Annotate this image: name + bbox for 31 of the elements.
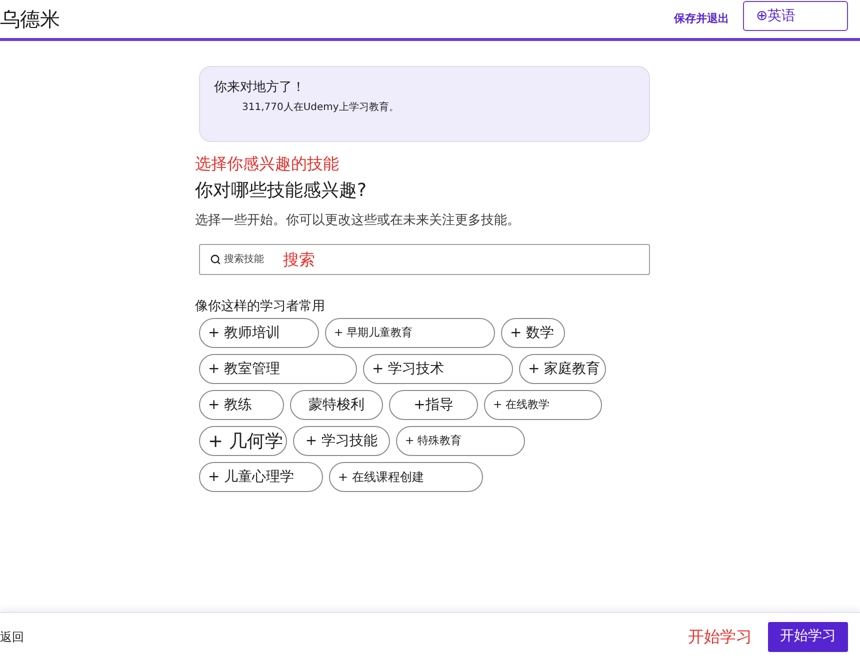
annotation-text: 开始学习: [688, 626, 752, 648]
skill-chip[interactable]: 蒙特梭利: [290, 390, 383, 420]
skill-chip[interactable]: + 特殊教育: [396, 426, 525, 456]
description: 选择一些开始。你可以更改这些或在未来关注更多技能。: [195, 214, 521, 227]
skill-chip[interactable]: + 早期儿童教育: [325, 318, 495, 348]
back-link[interactable]: 返回: [0, 628, 24, 646]
section-title: 像你这样的学习者常用: [195, 300, 326, 313]
skill-chip[interactable]: + 儿童心理学: [199, 462, 323, 492]
language-button[interactable]: ⊕英语: [743, 1, 848, 31]
search-field[interactable]: 搜索技能 搜索: [199, 244, 650, 275]
skill-chip[interactable]: + 几何学: [199, 426, 287, 456]
skill-chip[interactable]: + 数学: [501, 318, 565, 348]
logo[interactable]: 乌德米: [0, 9, 60, 29]
skill-chip[interactable]: + 教室管理: [199, 354, 357, 384]
start-learning-button[interactable]: 开始学习: [768, 622, 848, 652]
skill-chip[interactable]: + 学习技能: [293, 426, 390, 456]
banner-title: 你来对地方了！: [214, 81, 306, 94]
save-exit-link[interactable]: 保存并退出: [674, 10, 729, 28]
skill-chip[interactable]: + 学习技术: [363, 354, 513, 384]
skill-chip[interactable]: + 家庭教育: [519, 354, 606, 384]
skill-chip[interactable]: +指导: [389, 390, 478, 420]
skill-chip[interactable]: + 教师培训: [199, 318, 319, 348]
heading: 你对哪些技能感兴趣?: [195, 182, 368, 200]
annotation-text: 搜索: [283, 248, 315, 270]
banner-subtitle: 311,770人在Udemy上学习教育。: [242, 103, 400, 113]
annotation-text: 选择你感兴趣的技能: [195, 156, 340, 172]
search-icon: [210, 254, 221, 265]
search-input[interactable]: 搜索技能: [224, 252, 280, 267]
skill-chip[interactable]: + 在线课程创建: [329, 462, 483, 492]
skill-chip[interactable]: + 在线教学: [484, 390, 602, 420]
skill-chip[interactable]: + 教练: [199, 390, 284, 420]
